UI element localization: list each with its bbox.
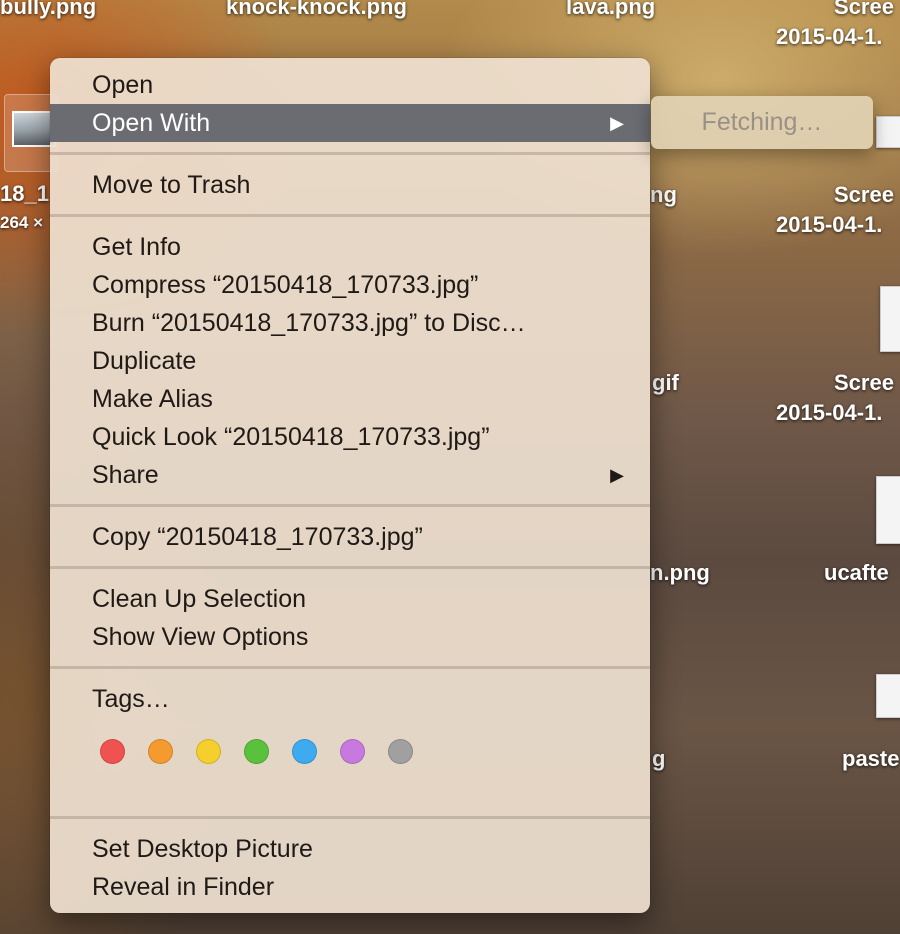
desktop-file-dimensions: 264 × xyxy=(0,213,44,232)
desktop-file-label[interactable]: Scree xyxy=(834,372,894,394)
desktop-file-label[interactable]: 2015-04-1. xyxy=(776,402,882,424)
desktop-file-label[interactable]: g xyxy=(652,748,665,770)
desktop-file-label[interactable]: paste xyxy=(842,748,899,770)
tag-purple-dot[interactable] xyxy=(340,739,365,764)
menu-item-duplicate[interactable]: Duplicate xyxy=(50,342,650,380)
menu-separator xyxy=(50,504,650,507)
desktop-file-label[interactable]: Scree xyxy=(834,0,894,18)
menu-item-open-with[interactable]: Open With ▶ xyxy=(50,104,650,142)
menu-separator xyxy=(50,816,650,819)
menu-item-burn-to-disc[interactable]: Burn “20150418_170733.jpg” to Disc… xyxy=(50,304,650,342)
menu-separator xyxy=(50,666,650,669)
desktop-file-label[interactable]: gif xyxy=(652,372,679,394)
menu-item-set-desktop-picture[interactable]: Set Desktop Picture xyxy=(50,830,650,868)
menu-separator xyxy=(50,214,650,217)
desktop-file-label[interactable]: 18_1 xyxy=(0,183,49,205)
tag-red-dot[interactable] xyxy=(100,739,125,764)
menu-item-reveal-in-finder[interactable]: Reveal in Finder xyxy=(50,868,650,906)
submenu-arrow-icon: ▶ xyxy=(610,465,624,485)
file-icon[interactable] xyxy=(876,116,900,148)
menu-item-copy[interactable]: Copy “20150418_170733.jpg” xyxy=(50,518,650,556)
desktop-file-label[interactable]: lava.png xyxy=(566,0,655,18)
menu-item-open[interactable]: Open xyxy=(50,66,650,104)
context-menu: Open Open With ▶ Move to Trash Get Info … xyxy=(50,58,650,913)
menu-item-move-to-trash[interactable]: Move to Trash xyxy=(50,166,650,204)
desktop-file-label[interactable]: n.png xyxy=(650,562,710,584)
menu-item-quick-look[interactable]: Quick Look “20150418_170733.jpg” xyxy=(50,418,650,456)
desktop-file-label[interactable]: knock-knock.png xyxy=(226,0,407,18)
desktop-file-label[interactable]: Scree xyxy=(834,184,894,206)
file-icon[interactable] xyxy=(876,674,900,718)
menu-item-compress[interactable]: Compress “20150418_170733.jpg” xyxy=(50,266,650,304)
desktop-file-label[interactable]: ucafte xyxy=(824,562,889,584)
menu-separator xyxy=(50,566,650,569)
file-icon[interactable] xyxy=(876,476,900,544)
tag-orange-dot[interactable] xyxy=(148,739,173,764)
tag-yellow-dot[interactable] xyxy=(196,739,221,764)
tag-green-dot[interactable] xyxy=(244,739,269,764)
tag-gray-dot[interactable] xyxy=(388,739,413,764)
menu-item-clean-up-selection[interactable]: Clean Up Selection xyxy=(50,580,650,618)
desktop-file-label[interactable]: bully.png xyxy=(0,0,96,18)
desktop-file-label[interactable]: 2015-04-1. xyxy=(776,214,882,236)
desktop-file-label[interactable]: ng xyxy=(650,184,677,206)
menu-separator xyxy=(50,152,650,155)
menu-item-tags[interactable]: Tags… xyxy=(50,680,650,718)
menu-item-show-view-options[interactable]: Show View Options xyxy=(50,618,650,656)
tag-blue-dot[interactable] xyxy=(292,739,317,764)
desktop-file-label[interactable]: 2015-04-1. xyxy=(776,26,882,48)
menu-item-get-info[interactable]: Get Info xyxy=(50,228,650,266)
menu-item-make-alias[interactable]: Make Alias xyxy=(50,380,650,418)
file-icon[interactable] xyxy=(880,286,900,352)
menu-item-share[interactable]: Share ▶ xyxy=(50,456,650,494)
open-with-submenu: Fetching… xyxy=(651,96,873,149)
submenu-status-text: Fetching… xyxy=(701,108,823,136)
submenu-arrow-icon: ▶ xyxy=(610,113,624,133)
